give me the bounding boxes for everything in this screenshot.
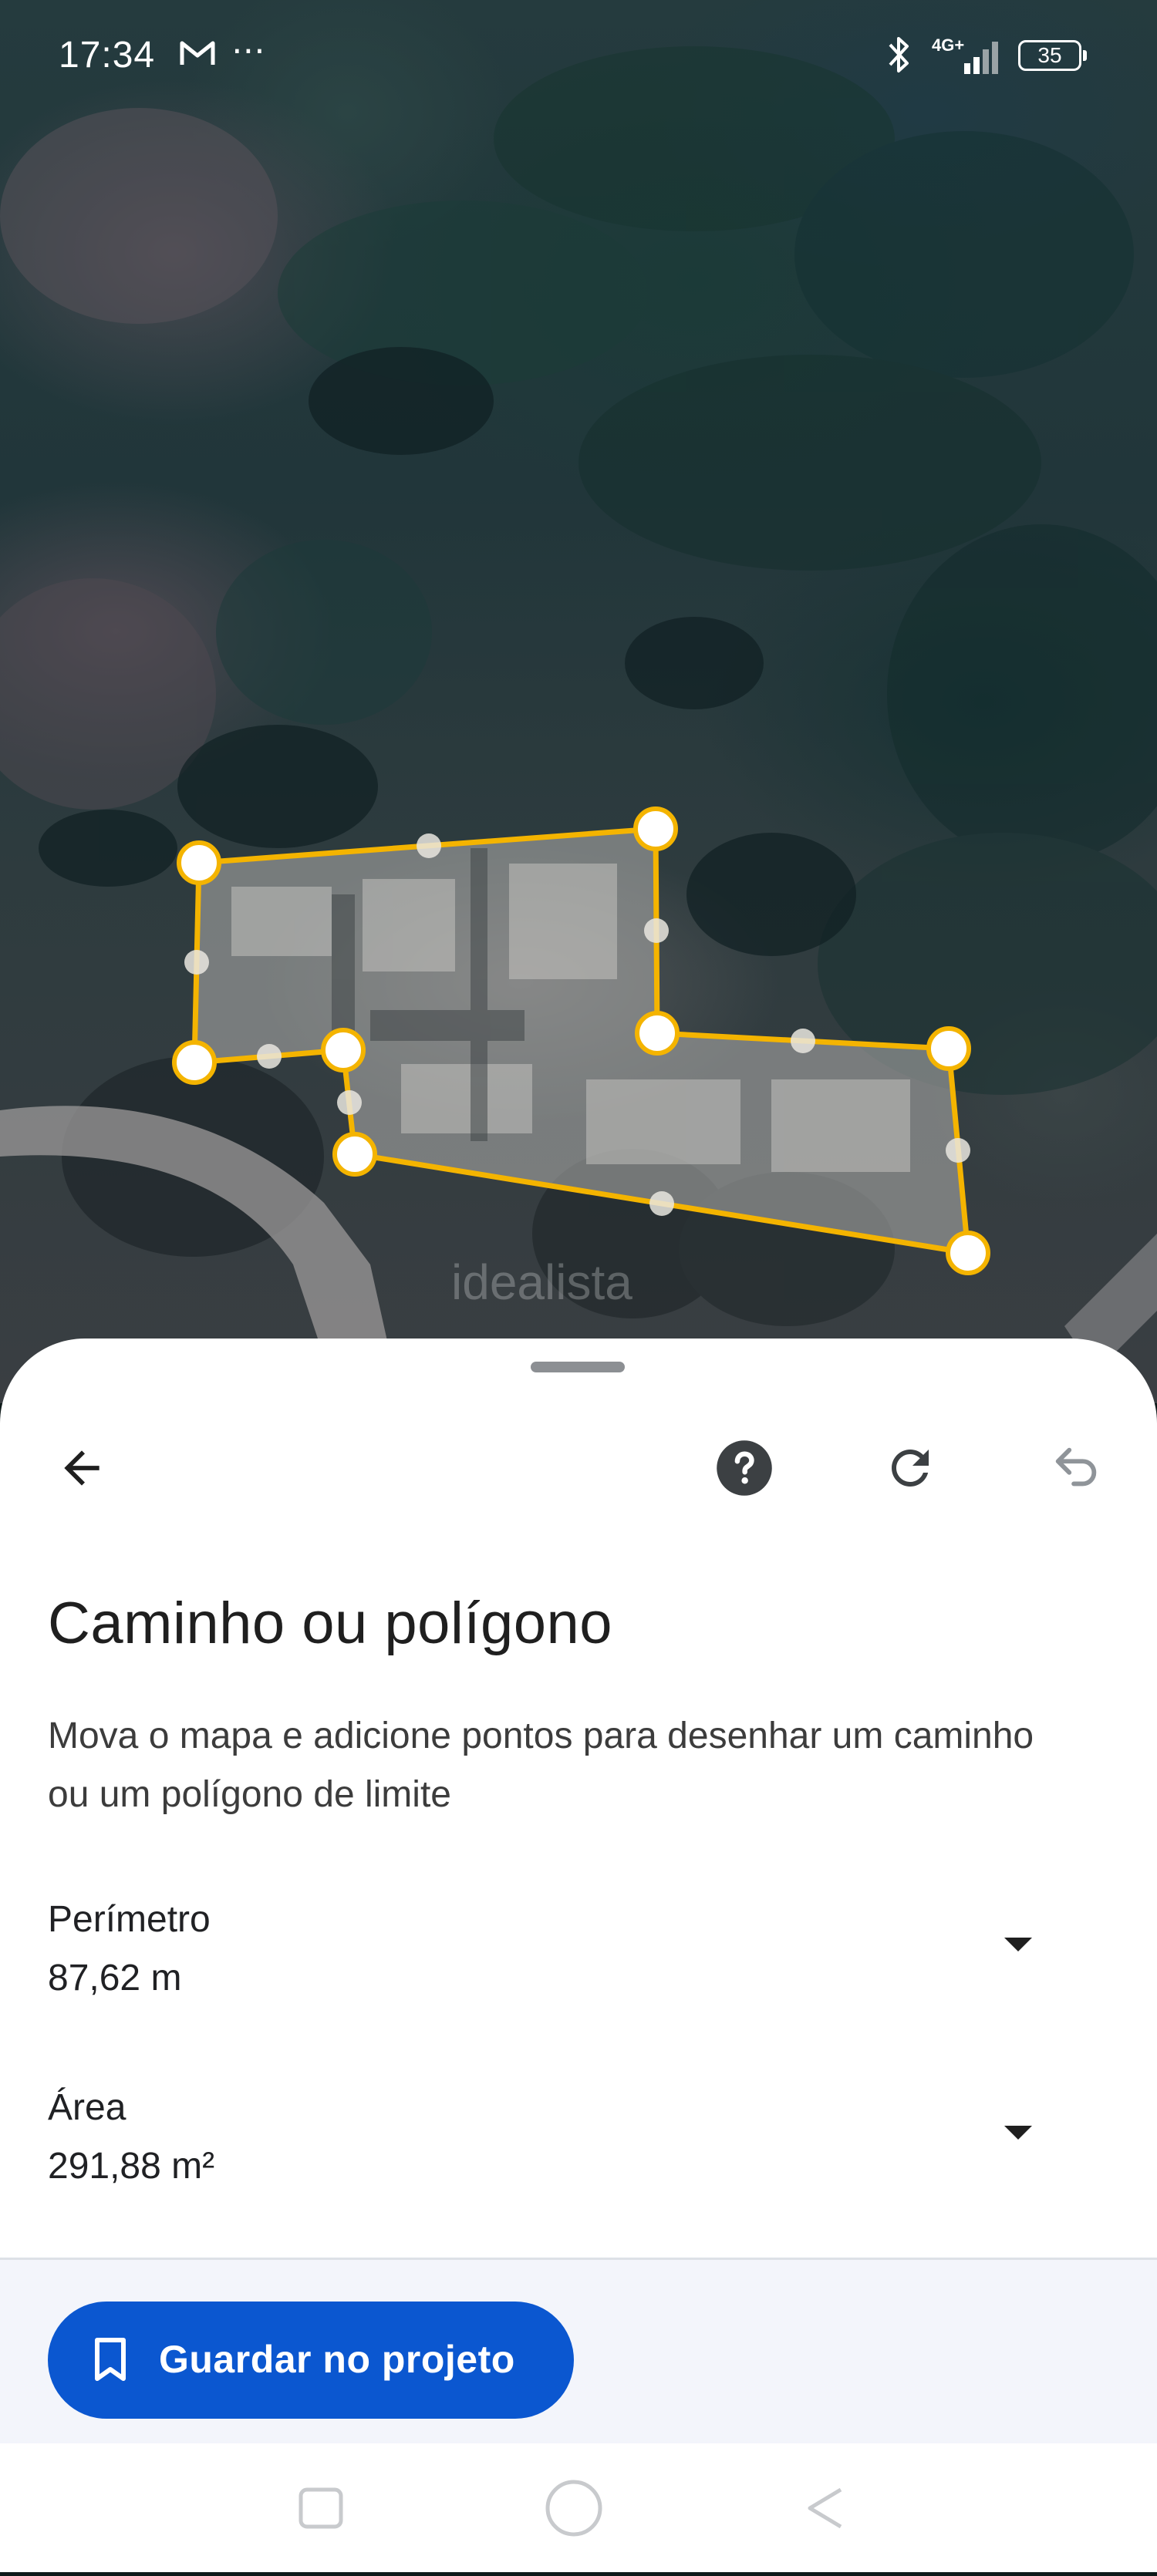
perimeter-label: Perímetro <box>48 1899 211 1940</box>
save-to-project-button[interactable]: Guardar no projeto <box>48 2302 574 2419</box>
back-nav-icon <box>808 2487 842 2529</box>
signal-icon: 4G+ <box>930 34 1007 81</box>
redo-button[interactable] <box>872 1429 949 1507</box>
satellite-map[interactable]: idealista <box>0 0 1157 1403</box>
home-nav-icon <box>545 2480 602 2537</box>
area-label: Área <box>48 2087 126 2128</box>
redo-icon <box>892 1450 929 1487</box>
recents-nav-icon <box>299 2487 343 2529</box>
system-navigation-bar <box>0 2443 1157 2572</box>
back-button[interactable] <box>43 1429 120 1507</box>
perimeter-value: 87,62 m <box>48 1958 182 1999</box>
measure-bottom-sheet: Caminho ou polígono Mova o mapa e adicio… <box>0 1339 1157 2572</box>
undo-button[interactable] <box>1037 1429 1115 1507</box>
svg-text:4G+: 4G+ <box>932 35 964 55</box>
save-button-label: Guardar no projeto <box>159 2338 515 2381</box>
chevron-down-icon[interactable] <box>995 1921 1041 1968</box>
help-button[interactable] <box>706 1429 783 1507</box>
map-texture: idealista <box>0 46 1157 1403</box>
help-icon <box>717 1440 772 1496</box>
area-row[interactable]: Área 291,88 m² <box>0 2086 1157 2225</box>
sheet-drag-handle[interactable] <box>531 1362 625 1372</box>
undo-icon <box>1055 1447 1097 1487</box>
more-notifications-icon: ⋯ <box>231 32 265 69</box>
perimeter-row[interactable]: Perímetro 87,62 m <box>0 1898 1157 2037</box>
arrow-left-icon <box>64 1450 100 1486</box>
sheet-footer: Guardar no projeto <box>0 2258 1157 2572</box>
status-bar: 17:34 ⋯ 4G+ 35 <box>0 0 1157 116</box>
chevron-down-icon[interactable] <box>995 2110 1041 2156</box>
area-value: 291,88 m² <box>48 2146 215 2187</box>
bookmark-icon <box>95 2338 126 2381</box>
mail-icon <box>179 39 216 72</box>
sheet-description: Mova o mapa e adicione pontos para desen… <box>48 1716 1034 1815</box>
battery-icon: 35 <box>1018 40 1087 71</box>
sheet-title: Caminho ou polígono <box>48 1591 613 1656</box>
status-time: 17:34 <box>59 35 156 76</box>
bluetooth-icon <box>885 34 913 79</box>
watermark-text: idealista <box>451 1254 632 1310</box>
